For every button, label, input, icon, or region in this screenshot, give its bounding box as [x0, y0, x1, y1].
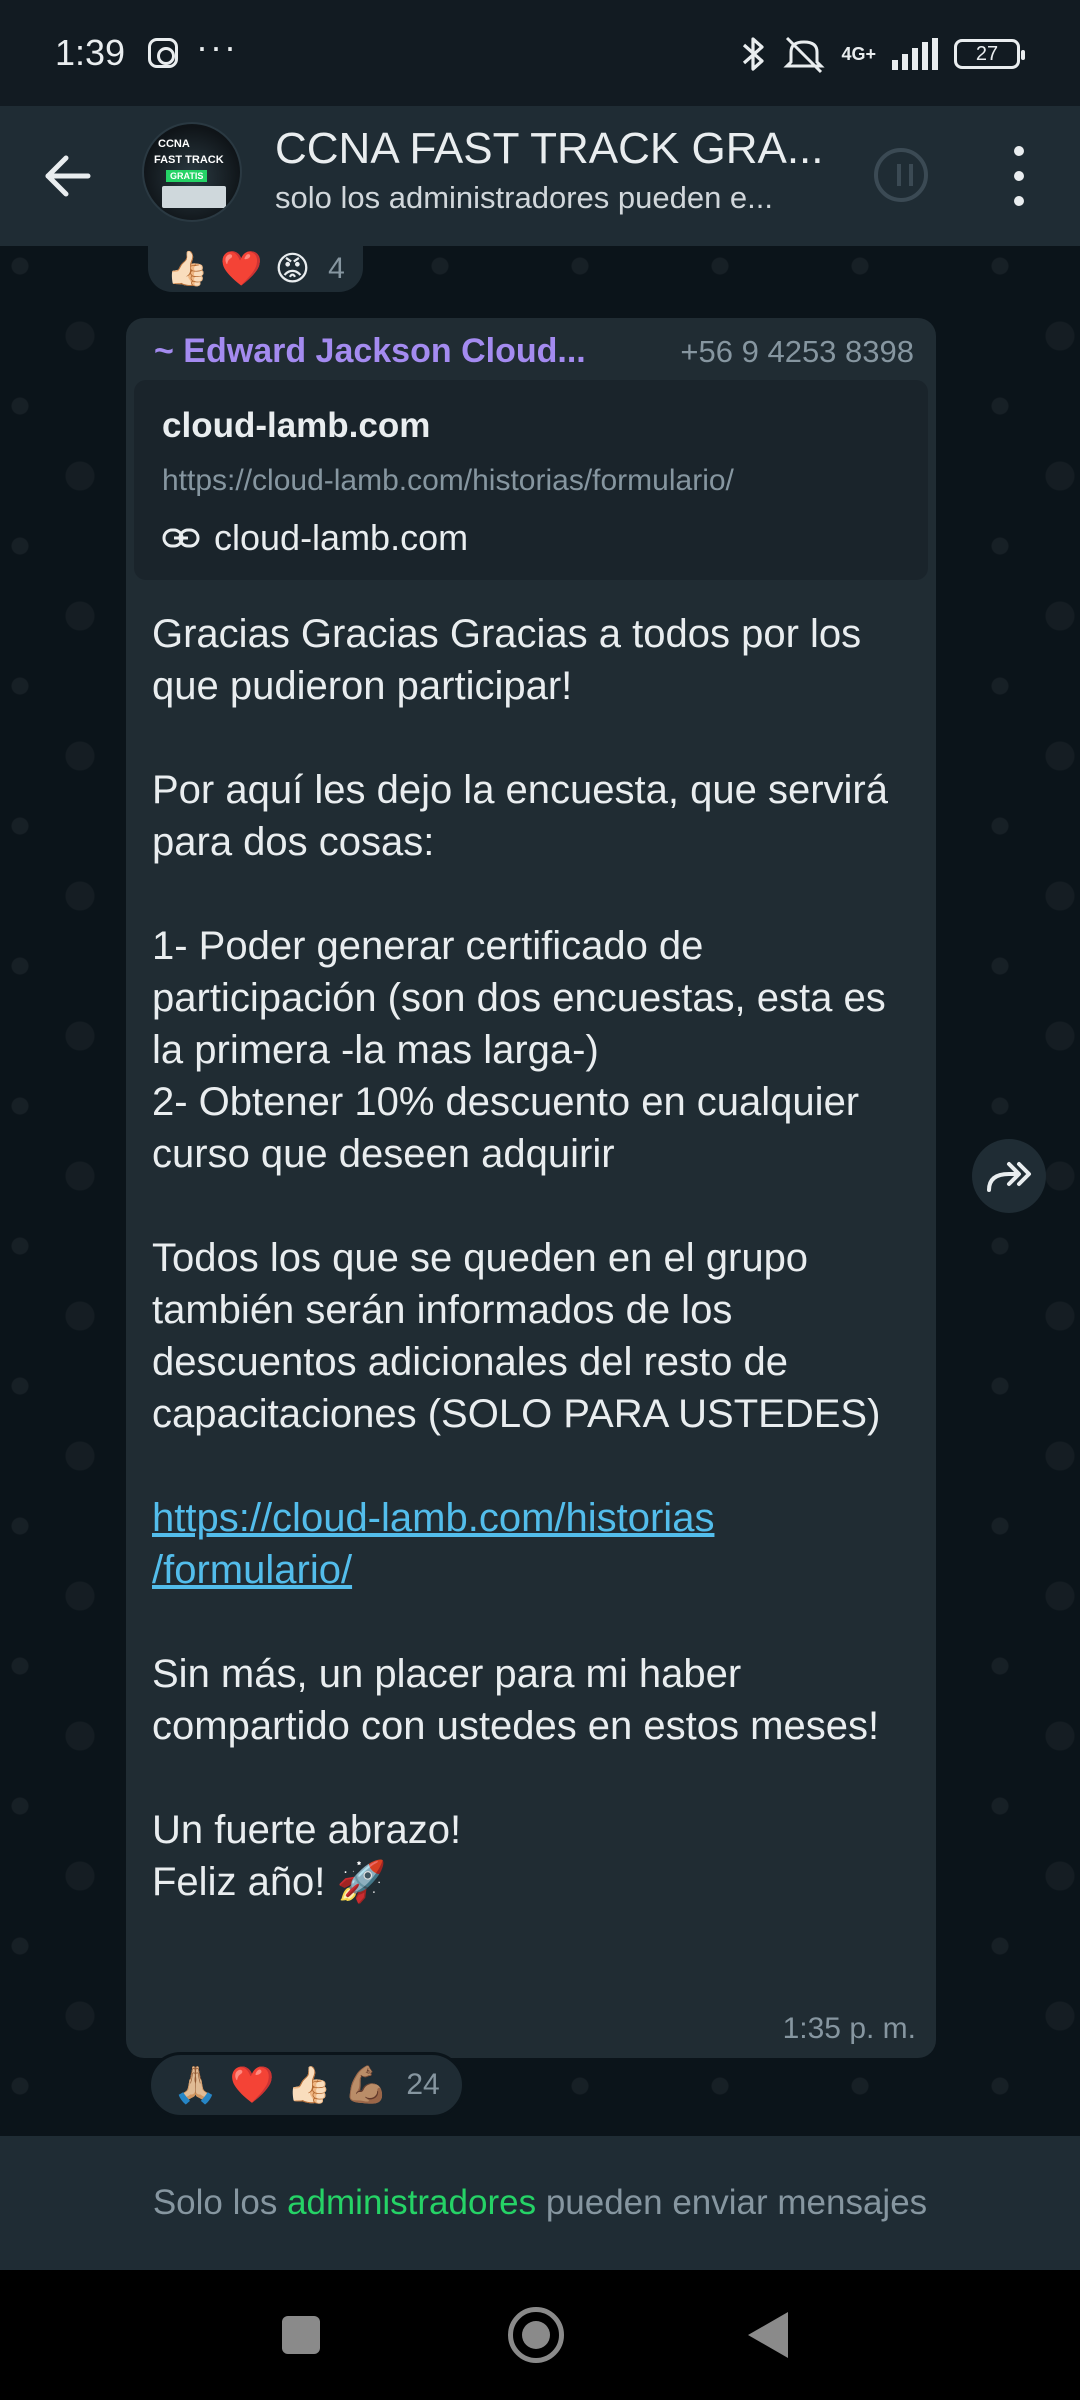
message-link-part-2: /formulario/: [152, 1548, 353, 1592]
message-link-paragraph: https://cloud-lamb.com/historias/formula…: [152, 1492, 922, 1596]
message-paragraph: Feliz año! 🚀: [152, 1856, 922, 1908]
status-bar: 1:39 ··· 4G+ 27: [0, 0, 1080, 106]
message-paragraph: 1- Poder generar certificado de particip…: [152, 924, 886, 1072]
reactions-top[interactable]: 👍🏻 ❤️ 😡 4: [148, 246, 363, 292]
message-link[interactable]: https://cloud-lamb.com/historias/formula…: [152, 1496, 714, 1592]
notice-prefix: Solo los: [152, 2183, 278, 2222]
status-time: 1:39: [55, 32, 126, 73]
message-paragraph: Sin más, un placer para mi haber compart…: [152, 1652, 880, 1748]
sender-row: ~ Edward Jackson Cloud... +56 9 4253 839…: [154, 332, 914, 376]
avatar-text-1: CCNA: [158, 138, 190, 150]
reactions-bottom[interactable]: 🙏🏼 ❤️ 👍🏻 💪🏽 24: [148, 2052, 465, 2118]
avatar-text-2: FAST TRACK: [154, 154, 224, 166]
sender-name[interactable]: ~ Edward Jackson Cloud...: [154, 332, 586, 371]
back-arrow-icon[interactable]: [40, 148, 96, 204]
chat-header: CCNA FAST TRACK GRATIS CCNA FAST TRACK G…: [0, 106, 1080, 246]
message-text: Gracias Gracias Gracias a todos por los …: [152, 608, 922, 1908]
more-options-icon[interactable]: [1008, 146, 1030, 206]
admins-link[interactable]: administradores: [287, 2183, 536, 2223]
message-paragraph: Todos los que se queden en el grupo tamb…: [152, 1236, 881, 1436]
reaction-emoji: 👍🏻: [286, 2064, 332, 2105]
group-subtitle[interactable]: solo los administradores pueden e...: [275, 180, 773, 216]
message-bubble[interactable]: ~ Edward Jackson Cloud... +56 9 4253 839…: [126, 318, 936, 2058]
battery-level: 27: [975, 42, 999, 65]
system-nav-bar: [0, 2270, 1080, 2400]
back-button[interactable]: [748, 2312, 788, 2358]
preview-title: cloud-lamb.com: [162, 406, 431, 445]
reaction-emoji: ❤️: [220, 250, 263, 288]
reaction-emoji: 👍🏻: [166, 250, 209, 288]
message-paragraph: Un fuerte abrazo!: [152, 1808, 462, 1852]
voice-chat-icon[interactable]: [874, 148, 928, 202]
status-icons: 4G+ 27: [741, 30, 1025, 78]
preview-domain-row: cloud-lamb.com: [162, 516, 468, 560]
recents-button[interactable]: [282, 2316, 320, 2354]
avatar-text-3: GRATIS: [166, 170, 208, 182]
group-title[interactable]: CCNA FAST TRACK GRA...: [275, 124, 824, 174]
reaction-emoji: 💪🏽: [343, 2064, 389, 2105]
more-notifications-icon: ···: [196, 26, 238, 67]
group-avatar[interactable]: CCNA FAST TRACK GRATIS: [142, 122, 242, 222]
home-button[interactable]: [508, 2307, 564, 2363]
battery-icon: 27: [954, 39, 1025, 69]
message-paragraph: Gracias Gracias Gracias a todos por los …: [152, 612, 862, 708]
avatar-image: [162, 186, 226, 208]
message-closing: Feliz año!: [152, 1860, 326, 1904]
message-paragraph: 2- Obtener 10% descuento en cualquier cu…: [152, 1080, 860, 1176]
chat-area[interactable]: 👍🏻 ❤️ 😡 4 ~ Edward Jackson Cloud... +56 …: [0, 246, 1080, 2136]
link-icon: [162, 528, 200, 548]
notice-suffix: pueden enviar mensajes: [545, 2183, 928, 2222]
reaction-emoji: 😡: [274, 250, 311, 288]
preview-url: https://cloud-lamb.com/historias/formula…: [162, 464, 734, 497]
instagram-icon: [148, 38, 178, 68]
reaction-count: 4: [328, 252, 345, 285]
reaction-emoji: 🙏🏼: [173, 2064, 218, 2105]
network-type: 4G+: [841, 44, 876, 64]
bluetooth-icon: [743, 37, 765, 71]
reaction-count: 24: [406, 2068, 440, 2101]
forward-icon[interactable]: [972, 1139, 1046, 1213]
mute-icon: [783, 36, 826, 74]
link-preview[interactable]: cloud-lamb.com https://cloud-lamb.com/hi…: [134, 380, 928, 580]
sender-phone: +56 9 4253 8398: [680, 334, 914, 369]
message-link-part-1: https://cloud-lamb.com/historias: [152, 1496, 715, 1540]
forward-arrows-icon: [987, 1162, 1031, 1192]
rocket-emoji: 🚀: [336, 1860, 387, 1904]
reaction-emoji: ❤️: [229, 2064, 275, 2105]
preview-domain: cloud-lamb.com: [214, 517, 469, 558]
message-timestamp: 1:35 p. m.: [782, 2012, 916, 2045]
message-paragraph: Por aquí les dejo la encuesta, que servi…: [152, 768, 888, 864]
admin-only-notice: Solo los administradores pueden enviar m…: [0, 2136, 1080, 2270]
signal-icon: [892, 38, 938, 70]
